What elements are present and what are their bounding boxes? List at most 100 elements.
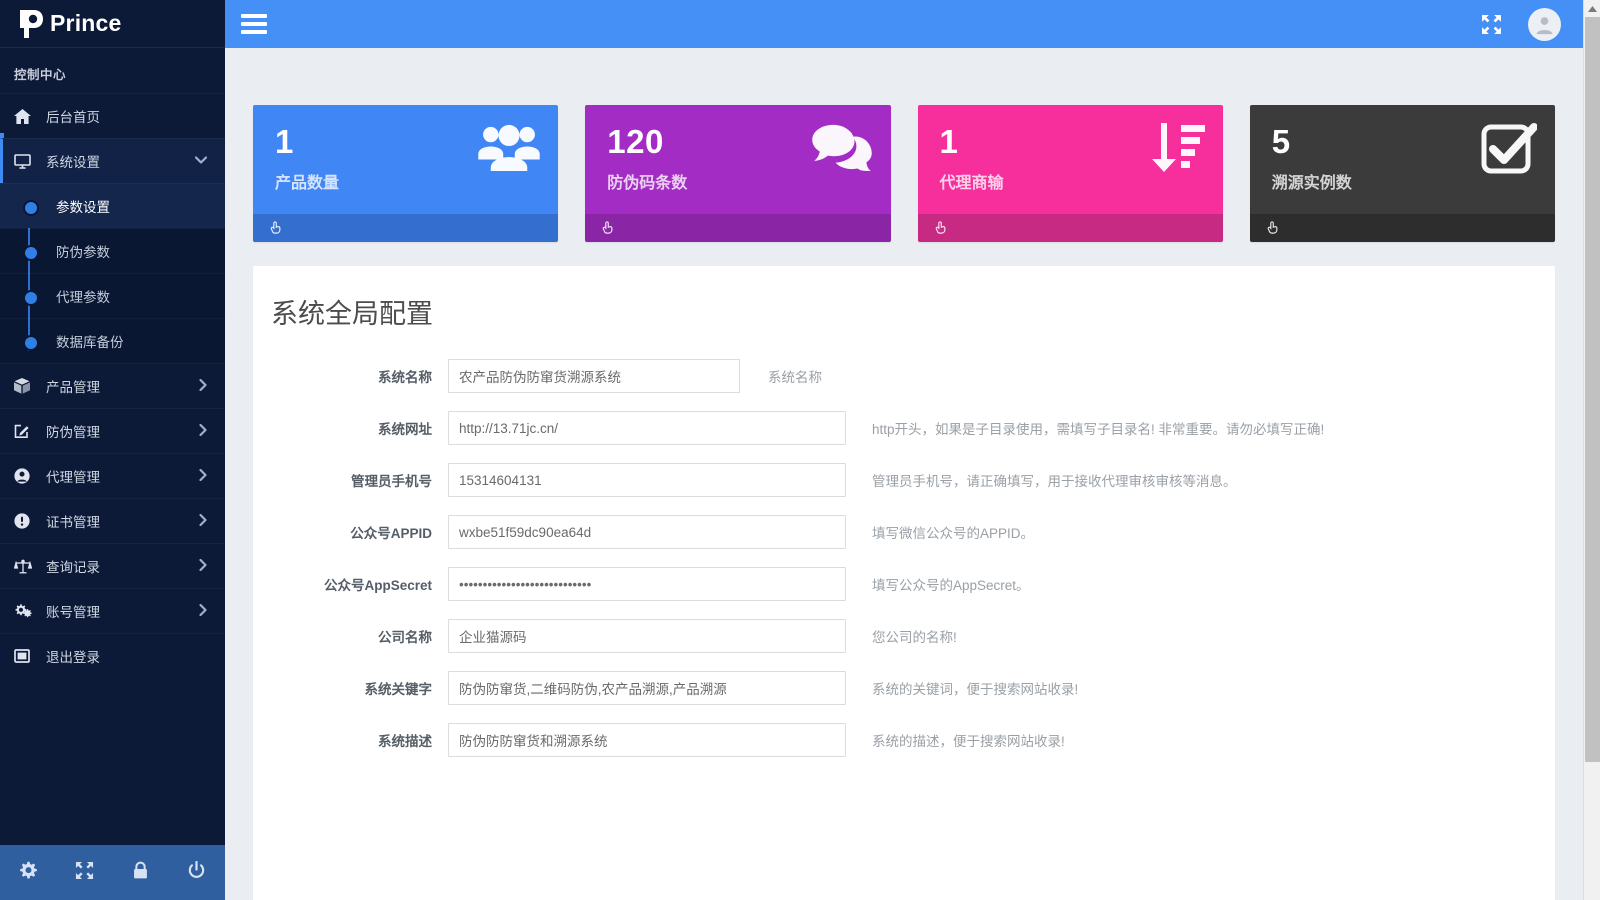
admin-phone-input[interactable] [448,463,846,497]
balance-scale-icon [14,558,36,574]
field-hint: http开头，如果是子目录使用，需填写子目录名! 非常重要。请勿必填写正确! [872,418,1324,438]
card-footer[interactable] [585,214,890,242]
card-body: 120 防伪码条数 [585,105,890,214]
field-label: 系统名称 [253,366,448,386]
sidebar-item-label: 查询记录 [46,556,199,576]
exclamation-circle-icon [14,513,36,529]
expand-arrows-icon [75,861,94,885]
system-description-input[interactable] [448,723,846,757]
sidebar-item-account-management[interactable]: 账号管理 [0,588,225,633]
lock-icon [132,861,149,885]
card-footer[interactable] [918,214,1223,242]
card-footer[interactable] [253,214,558,242]
stat-card-product-count[interactable]: 1 产品数量 [253,105,558,242]
box-icon [14,378,36,394]
chevron-right-icon [199,559,207,574]
sidebar-subitem-db-backup[interactable]: 数据库备份 [0,318,225,363]
field-hint: 您公司的名称! [872,626,957,646]
cogs-icon [14,603,36,619]
power-button[interactable] [169,861,225,885]
chevron-right-icon [199,604,207,619]
sidebar-item-product-management[interactable]: 产品管理 [0,363,225,408]
sidebar-subitem-label: 数据库备份 [56,331,124,351]
header-actions [1481,8,1583,41]
sidebar-subitem-agent-params[interactable]: 代理参数 [0,273,225,318]
hand-pointer-icon [601,220,615,236]
comments-icon [811,123,873,176]
stat-card-antifake-code-count[interactable]: 120 防伪码条数 [585,105,890,242]
field-label: 公司名称 [253,626,448,646]
chevron-right-icon [199,424,207,439]
check-square-icon [1481,123,1537,180]
card-body: 5 溯源实例数 [1250,105,1555,214]
sidebar-subitem-label: 防伪参数 [56,241,110,261]
app-root: Prince 控制中心 后台首页 系统设置 [0,0,1600,900]
sidebar-subitem-label: 代理参数 [56,286,110,306]
wechat-appsecret-input[interactable] [448,567,846,601]
brand-header[interactable]: Prince [0,0,225,48]
settings-gear-button[interactable] [0,861,56,885]
sort-amount-desc-icon [1147,123,1205,178]
brand-title: Prince [50,12,122,35]
stat-card-agent-count[interactable]: 1 代理商输 [918,105,1223,242]
field-label: 系统关键字 [253,678,448,698]
sidebar-item-label: 退出登录 [46,646,225,666]
company-name-input[interactable] [448,619,846,653]
expand-arrows-icon[interactable] [1481,14,1502,35]
field-hint: 系统的关键词，便于搜索网站收录! [872,678,1078,698]
home-icon [14,108,36,124]
page-scrollbar[interactable] [1583,0,1600,900]
sidebar-item-system-settings[interactable]: 系统设置 [0,138,225,183]
gear-icon [19,861,38,885]
system-name-input[interactable] [448,359,740,393]
sidebar-item-antifake-management[interactable]: 防伪管理 [0,408,225,453]
prince-logo-icon [18,9,44,39]
chevron-down-icon [195,156,207,167]
sidebar-item-certificate-management[interactable]: 证书管理 [0,498,225,543]
system-keywords-input[interactable] [448,671,846,705]
caret-up-icon[interactable] [1584,0,1600,17]
system-url-input[interactable] [448,411,846,445]
user-circle-icon [14,468,36,484]
field-hint: 填写公众号的AppSecret。 [872,574,1030,594]
sidebar-item-label: 证书管理 [46,511,199,531]
stat-card-trace-instance-count[interactable]: 5 溯源实例数 [1250,105,1555,242]
sidebar-item-label: 后台首页 [46,106,225,126]
form-row-wechat-appsecret: 公众号AppSecret 填写公众号的AppSecret。 [253,567,1555,601]
field-label: 系统描述 [253,730,448,750]
sidebar-item-agent-management[interactable]: 代理管理 [0,453,225,498]
sidebar-subitem-antifake-params[interactable]: 防伪参数 [0,228,225,273]
wechat-appid-input[interactable] [448,515,846,549]
chevron-right-icon [199,469,207,484]
scrollbar-thumb[interactable] [1585,17,1600,762]
form-row-admin-phone: 管理员手机号 管理员手机号，请正确填写，用于接收代理审核审核等消息。 [253,463,1555,497]
sidebar-subitem-param-settings[interactable]: 参数设置 [0,183,225,228]
field-label: 系统网址 [253,418,448,438]
sidebar-subitem-label: 参数设置 [56,196,110,216]
form-row-system-name: 系统名称 系统名称 [253,359,1555,393]
sidebar-item-label: 产品管理 [46,376,199,396]
global-config-panel: 系统全局配置 系统名称 系统名称 系统网址 http开头，如果是子目录使用，需填… [253,266,1555,900]
sidebar-item-home[interactable]: 后台首页 [0,93,225,138]
sidebar-item-label: 账号管理 [46,601,199,621]
page-title: 系统全局配置 [253,292,1555,331]
hamburger-icon[interactable] [241,14,267,34]
power-icon [187,861,206,885]
sidebar: Prince 控制中心 后台首页 系统设置 [0,0,225,900]
sidebar-item-label: 系统设置 [46,151,195,171]
main-content: 1 产品数量 [225,48,1583,900]
form-row-system-keywords: 系统关键字 系统的关键词，便于搜索网站收录! [253,671,1555,705]
user-avatar-icon[interactable] [1528,8,1561,41]
sidebar-item-query-records[interactable]: 查询记录 [0,543,225,588]
fullscreen-button[interactable] [56,861,112,885]
edit-square-icon [14,423,36,439]
users-group-icon [478,123,540,176]
field-label: 公众号AppSecret [253,574,448,594]
lock-button[interactable] [113,861,169,885]
top-header [225,0,1583,48]
form-row-company-name: 公司名称 您公司的名称! [253,619,1555,653]
card-body: 1 产品数量 [253,105,558,214]
field-label: 公众号APPID [253,522,448,542]
sidebar-item-logout[interactable]: 退出登录 [0,633,225,678]
card-footer[interactable] [1250,214,1555,242]
